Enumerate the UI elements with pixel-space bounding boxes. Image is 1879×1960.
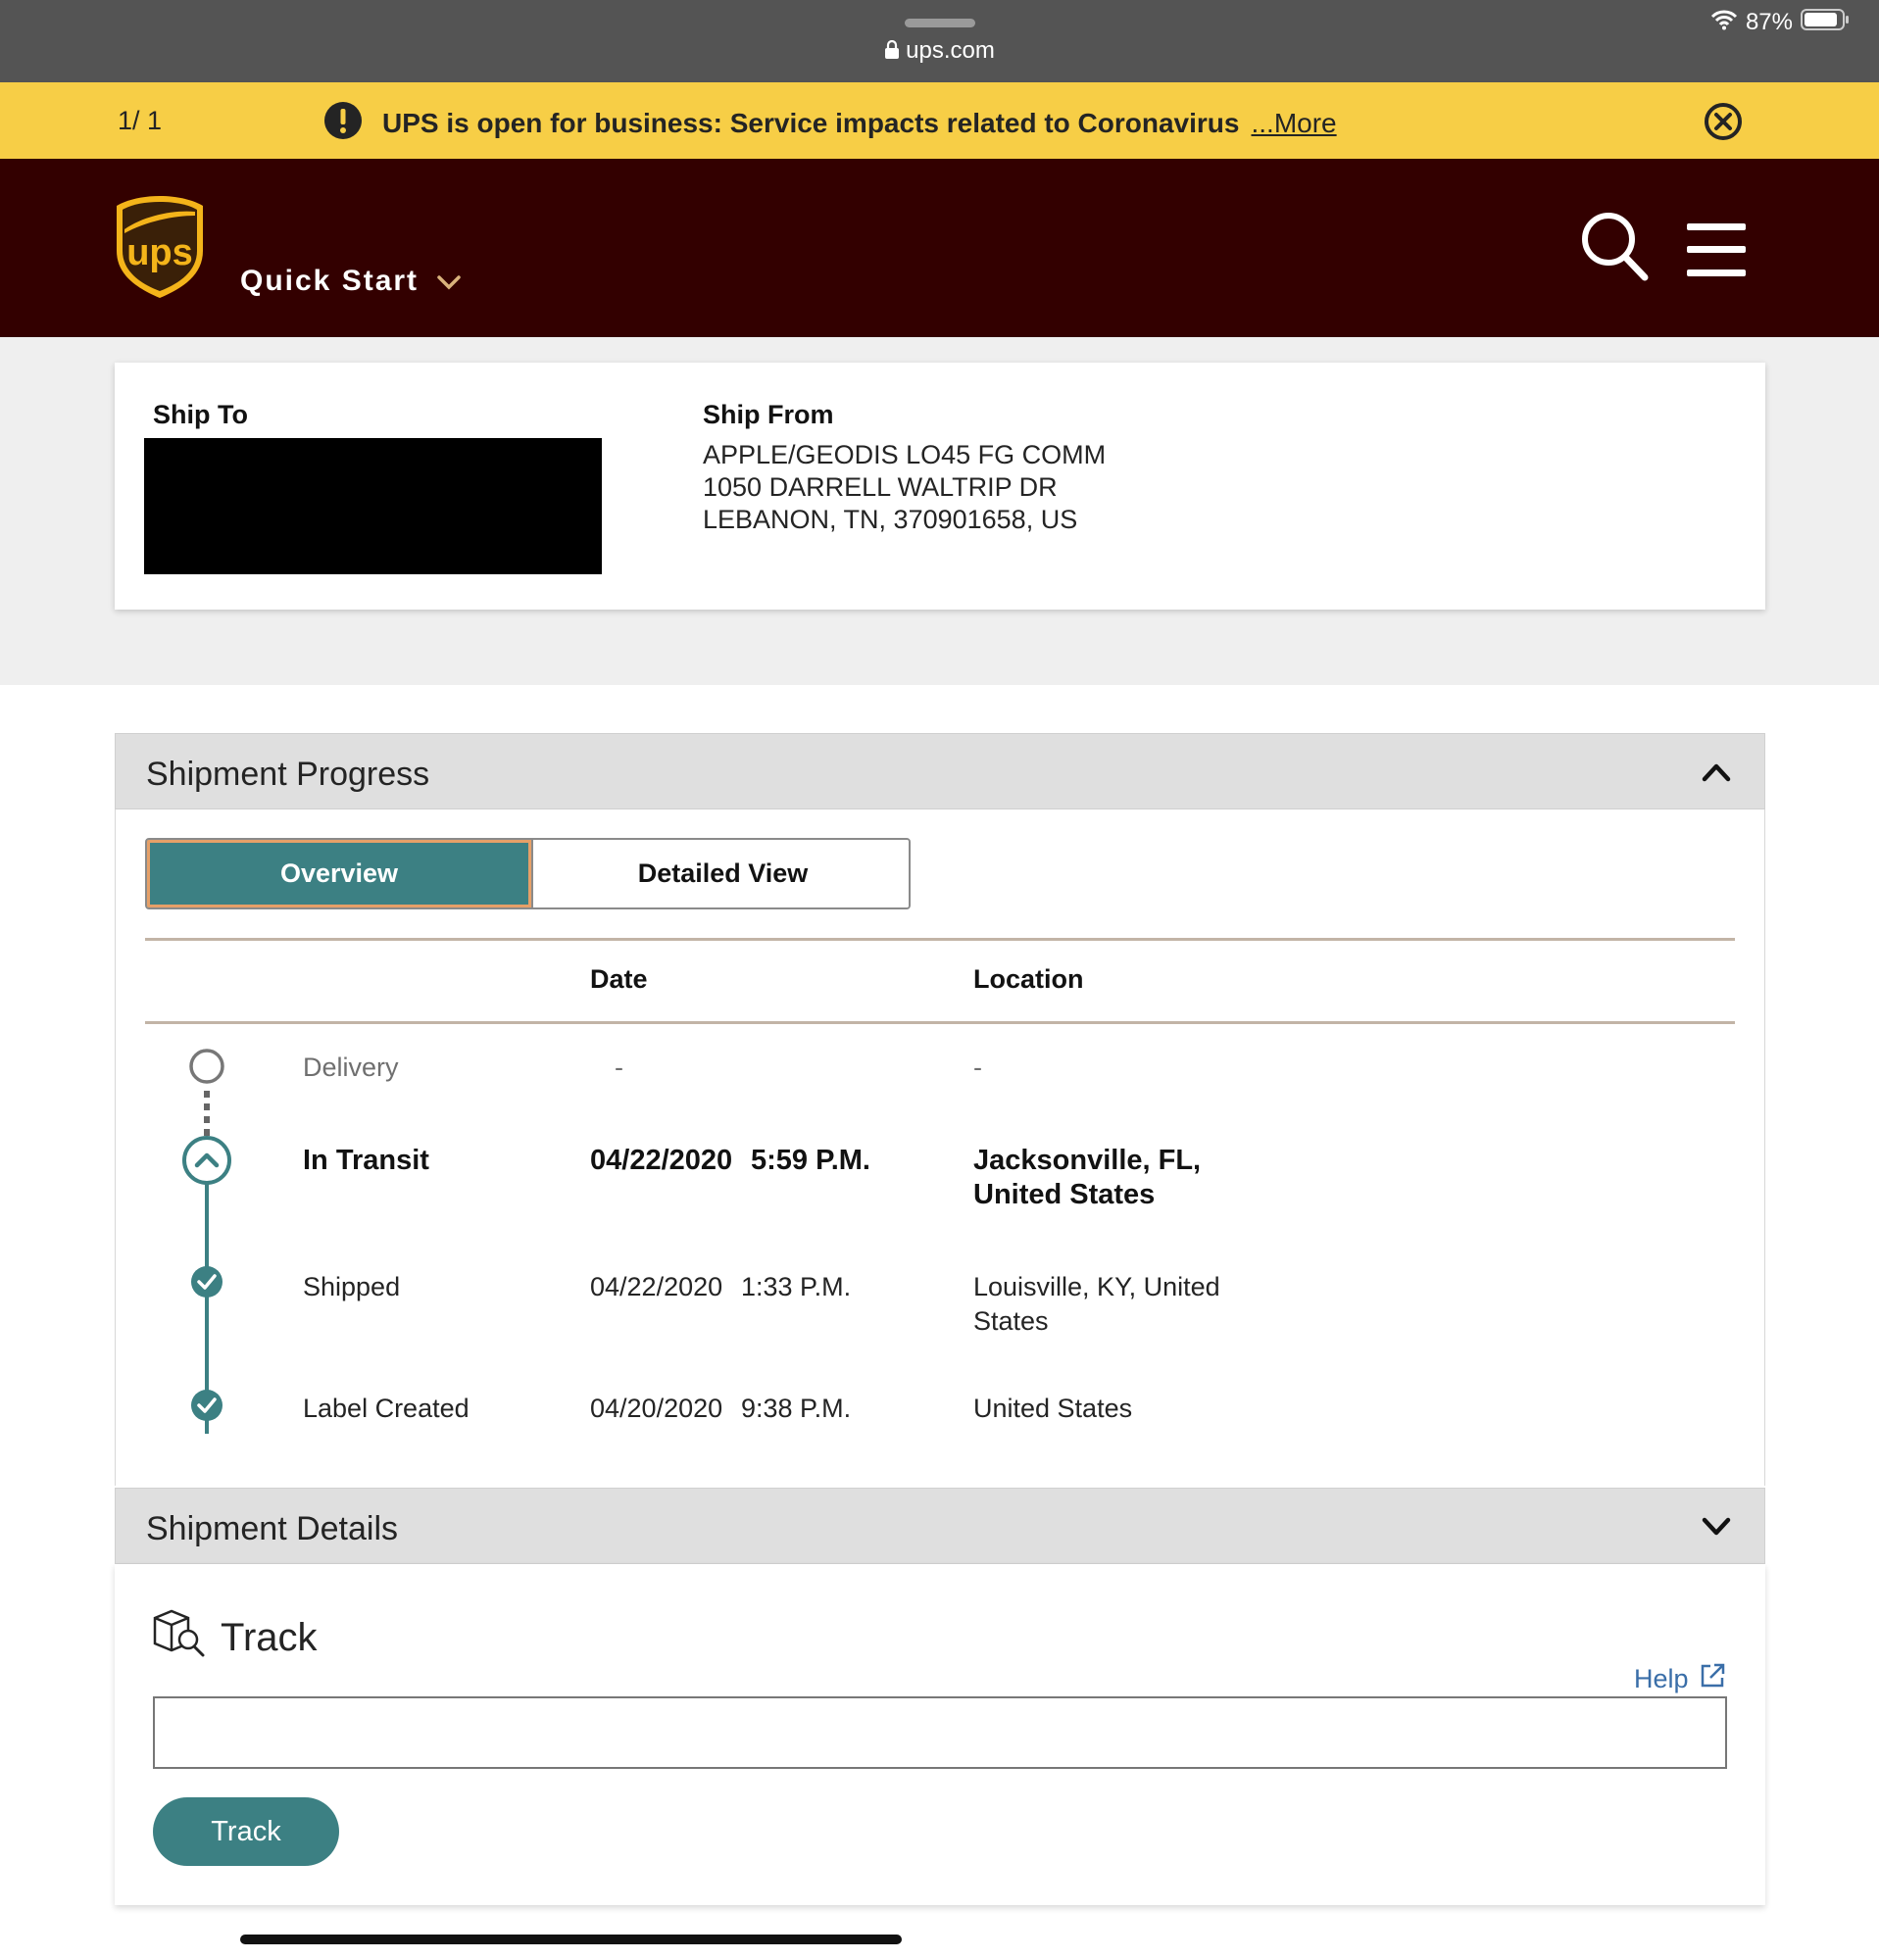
ship-from-line: 1050 DARRELL WALTRIP DR bbox=[703, 472, 1058, 502]
shipment-progress-header[interactable]: Shipment Progress bbox=[115, 733, 1765, 809]
ship-from-line: LEBANON, TN, 370901658, US bbox=[703, 505, 1078, 534]
address-bar[interactable]: ups.com bbox=[0, 37, 1879, 67]
status-label: Shipped bbox=[303, 1272, 401, 1301]
close-icon bbox=[1705, 103, 1742, 140]
svg-text:ups: ups bbox=[126, 232, 193, 273]
table-divider bbox=[145, 1021, 1735, 1024]
chevron-down-icon bbox=[436, 265, 462, 298]
check-circle-icon bbox=[191, 1390, 223, 1421]
status-location: United States bbox=[973, 1394, 1133, 1423]
in-transit-icon bbox=[182, 1136, 231, 1185]
track-heading: Track bbox=[152, 1608, 318, 1667]
wifi-icon bbox=[1710, 9, 1738, 37]
table-divider bbox=[145, 938, 1735, 941]
ups-logo[interactable]: ups bbox=[115, 194, 205, 300]
menu-button[interactable] bbox=[1685, 221, 1748, 278]
quick-start-menu[interactable]: Quick Start bbox=[240, 265, 462, 298]
external-link-icon bbox=[1699, 1662, 1726, 1696]
chevron-up-icon bbox=[1701, 760, 1732, 784]
ups-shield-icon: ups bbox=[117, 196, 203, 298]
column-header-date: Date bbox=[590, 964, 648, 994]
package-search-icon bbox=[152, 1608, 207, 1667]
ship-from-address: APPLE/GEODIS LO45 FG COMM 1050 DARRELL W… bbox=[703, 439, 1106, 536]
ship-to-label: Ship To bbox=[153, 400, 248, 429]
status-date: 04/20/2020 bbox=[590, 1394, 723, 1423]
section-title: Shipment Details bbox=[146, 1510, 399, 1547]
track-title: Track bbox=[221, 1615, 318, 1659]
address-card: Ship To Ship From APPLE/GEODIS LO45 FG C… bbox=[115, 363, 1765, 610]
status-date: - bbox=[615, 1053, 623, 1082]
help-link[interactable]: Help bbox=[1634, 1662, 1726, 1696]
dotted-connector bbox=[204, 1091, 210, 1136]
search-button[interactable] bbox=[1580, 211, 1649, 281]
alert-more-link[interactable]: ...More bbox=[1251, 108, 1336, 139]
status-location: Jacksonville, FL, United States bbox=[973, 1145, 1202, 1210]
section-title: Shipment Progress bbox=[146, 756, 430, 793]
help-label: Help bbox=[1634, 1664, 1689, 1693]
close-alert-button[interactable] bbox=[1704, 102, 1743, 141]
status-time: 1:33 P.M. bbox=[741, 1272, 852, 1301]
status-time: 5:59 P.M. bbox=[751, 1145, 870, 1176]
view-tabs: Overview Detailed View bbox=[145, 838, 911, 909]
tab-detailed-view[interactable]: Detailed View bbox=[531, 840, 909, 907]
warning-icon bbox=[323, 101, 363, 147]
battery-icon bbox=[1801, 8, 1850, 38]
track-button[interactable]: Track bbox=[153, 1797, 339, 1866]
device-status: 87% bbox=[1710, 8, 1850, 38]
pending-circle-icon bbox=[189, 1049, 224, 1084]
site-header: ups Quick Start bbox=[0, 159, 1879, 337]
ship-from-label: Ship From bbox=[703, 400, 834, 429]
status-label: In Transit bbox=[303, 1145, 429, 1176]
hamburger-menu-icon bbox=[1687, 223, 1746, 276]
url-text: ups.com bbox=[906, 37, 995, 64]
status-label: Delivery bbox=[303, 1053, 399, 1082]
battery-percent: 87% bbox=[1745, 9, 1793, 35]
alert-count: 1/ 1 bbox=[118, 106, 163, 135]
ship-to-redacted bbox=[144, 438, 602, 574]
status-label: Label Created bbox=[303, 1394, 470, 1423]
search-icon bbox=[1582, 213, 1649, 281]
status-location: Louisville, KY, United States bbox=[973, 1272, 1220, 1336]
tracking-number-input[interactable] bbox=[153, 1696, 1727, 1769]
shipment-details-header[interactable]: Shipment Details bbox=[115, 1488, 1765, 1564]
tab-overview[interactable]: Overview bbox=[147, 840, 531, 907]
check-circle-icon bbox=[191, 1266, 223, 1298]
column-header-location: Location bbox=[973, 964, 1084, 994]
status-date: 04/22/2020 bbox=[590, 1145, 733, 1176]
tab-grabber[interactable] bbox=[905, 19, 975, 27]
progress-timeline bbox=[176, 1047, 237, 1439]
alert-text: UPS is open for business: Service impact… bbox=[382, 108, 1240, 138]
home-indicator[interactable] bbox=[240, 1935, 902, 1944]
lock-icon bbox=[884, 39, 900, 67]
alert-banner: 1/ 1 UPS is open for business: Service i… bbox=[0, 82, 1879, 159]
status-location: - bbox=[973, 1053, 982, 1082]
chevron-down-icon bbox=[1701, 1515, 1732, 1539]
ship-from-line: APPLE/GEODIS LO45 FG COMM bbox=[703, 440, 1107, 469]
alert-message: UPS is open for business: Service impact… bbox=[323, 101, 1337, 143]
status-date: 04/22/2020 bbox=[590, 1272, 723, 1301]
browser-bar: ups.com 87% bbox=[0, 0, 1879, 82]
quick-start-label: Quick Start bbox=[240, 265, 420, 297]
status-time: 9:38 P.M. bbox=[741, 1394, 852, 1423]
